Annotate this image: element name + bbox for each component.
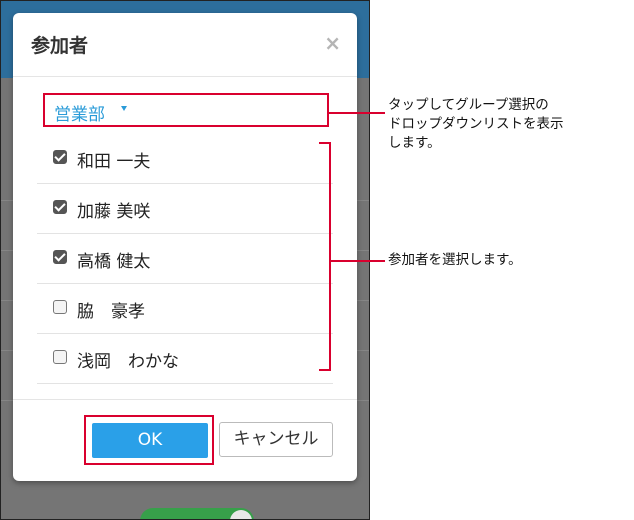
participants-dialog: 参加者 × 営業部 和田 一夫 加藤 美咲 高橋 健太 脇 豪孝 浅岡 わかな …: [13, 13, 357, 481]
list-item[interactable]: 和田 一夫: [37, 134, 333, 184]
checkbox[interactable]: [53, 350, 67, 364]
group-dropdown[interactable]: 営業部: [43, 93, 329, 127]
participant-name: 加藤 美咲: [77, 202, 151, 222]
participant-name: 高橋 健太: [77, 252, 151, 272]
close-icon[interactable]: ×: [324, 31, 341, 55]
participant-list: 和田 一夫 加藤 美咲 高橋 健太 脇 豪孝 浅岡 わかな: [37, 134, 333, 384]
checkbox[interactable]: [53, 150, 67, 164]
dropdown-callout-line: [329, 112, 385, 114]
dialog-footer: OK キャンセル: [13, 399, 357, 482]
toggle-switch[interactable]: [140, 508, 254, 520]
checkbox[interactable]: [53, 250, 67, 264]
list-item[interactable]: 浅岡 わかな: [37, 334, 333, 384]
list-item[interactable]: 脇 豪孝: [37, 284, 333, 334]
caret-down-icon: [121, 106, 127, 111]
dialog-header: 参加者 ×: [13, 13, 357, 77]
list-item[interactable]: 加藤 美咲: [37, 184, 333, 234]
participant-name: 浅岡 わかな: [77, 352, 179, 372]
list-item[interactable]: 高橋 健太: [37, 234, 333, 284]
checkbox[interactable]: [53, 200, 67, 214]
participants-bracket: [319, 142, 331, 371]
dropdown-note: タップしてグループ選択の ドロップダウンリストを表示 します。: [388, 96, 564, 153]
participant-name: 和田 一夫: [77, 152, 151, 172]
dropdown-note-line: します。: [388, 135, 441, 151]
group-dropdown-label: 営業部: [54, 105, 105, 125]
participant-name: 脇 豪孝: [77, 302, 145, 322]
participants-note: 参加者を選択します。: [388, 252, 522, 268]
dropdown-note-line: ドロップダウンリストを表示: [388, 116, 564, 132]
toggle-knob: [230, 510, 252, 520]
checkbox[interactable]: [53, 300, 67, 314]
dropdown-note-line: タップしてグループ選択の: [388, 97, 549, 113]
cancel-button[interactable]: キャンセル: [219, 422, 333, 457]
dialog-title: 参加者: [31, 35, 89, 57]
ok-button[interactable]: OK: [92, 423, 208, 458]
participants-callout-line: [331, 260, 385, 262]
